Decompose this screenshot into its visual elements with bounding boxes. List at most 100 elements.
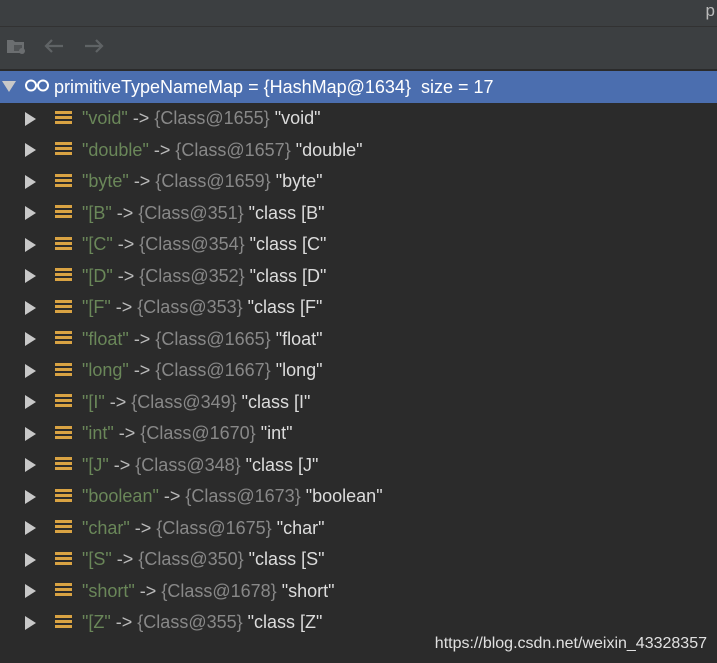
map-entry-row[interactable]: "[Z" -> {Class@355} "class [Z" xyxy=(0,607,717,639)
map-entry-row[interactable]: "[J" -> {Class@348} "class [J" xyxy=(0,450,717,482)
map-entry-label: "void" -> {Class@1655} "void" xyxy=(82,108,321,129)
map-entry-label: "float" -> {Class@1665} "float" xyxy=(82,329,323,350)
collapsed-arrow-icon[interactable] xyxy=(25,206,36,221)
entry-value: "class [J" xyxy=(245,454,319,475)
map-entry-row[interactable]: "int" -> {Class@1670} "int" xyxy=(0,418,717,450)
restore-layout-button[interactable] xyxy=(4,36,30,60)
forward-button[interactable] xyxy=(81,36,107,60)
map-entry-label: "[C" -> {Class@354} "class [C" xyxy=(82,234,326,255)
map-entry-label: "[J" -> {Class@348} "class [J" xyxy=(82,455,318,476)
entry-arrow: -> xyxy=(127,108,155,129)
map-entry-label: "byte" -> {Class@1659} "byte" xyxy=(82,171,323,192)
entry-arrow: -> xyxy=(158,486,186,507)
entry-value: "int" xyxy=(260,423,293,444)
entry-reference: {Class@352} xyxy=(139,265,245,286)
entry-key: "short" xyxy=(82,580,135,601)
map-entry-icon xyxy=(55,268,72,284)
entry-value: "char" xyxy=(276,517,325,538)
map-entry-row[interactable]: "[S" -> {Class@350} "class [S" xyxy=(0,544,717,576)
entry-key: "void" xyxy=(82,108,128,129)
root-size: size = 17 xyxy=(420,76,494,97)
map-entry-row[interactable]: "short" -> {Class@1678} "short" xyxy=(0,576,717,608)
map-entry-label: "double" -> {Class@1657} "double" xyxy=(82,140,363,161)
map-entry-icon xyxy=(55,425,72,442)
collapsed-arrow-icon[interactable] xyxy=(25,489,36,504)
entry-key: "[S" xyxy=(82,549,112,570)
watch-glasses-icon xyxy=(24,77,50,98)
entry-reference: {Class@1665} xyxy=(155,328,271,349)
map-entry-row[interactable]: "byte" -> {Class@1659} "byte" xyxy=(0,166,717,198)
collapsed-arrow-icon[interactable] xyxy=(25,363,36,378)
collapsed-arrow-icon[interactable] xyxy=(25,426,36,441)
map-entry-row[interactable]: "[C" -> {Class@354} "class [C" xyxy=(0,229,717,261)
entry-key: "[Z" xyxy=(82,612,111,633)
map-entry-row[interactable]: "[D" -> {Class@352} "class [D" xyxy=(0,261,717,293)
map-entry-row[interactable]: "double" -> {Class@1657} "double" xyxy=(0,135,717,167)
map-entry-row[interactable]: "[F" -> {Class@353} "class [F" xyxy=(0,292,717,324)
map-entry-icon xyxy=(55,110,72,127)
map-entry-icon xyxy=(55,583,72,599)
map-entry-icon xyxy=(55,520,72,536)
collapsed-arrow-icon[interactable] xyxy=(25,174,36,189)
entry-value: "class [I" xyxy=(241,391,311,412)
collapsed-arrow-icon[interactable] xyxy=(25,458,36,473)
map-entry-label: "[D" -> {Class@352} "class [D" xyxy=(82,266,326,287)
map-entry-label: "[Z" -> {Class@355} "class [Z" xyxy=(82,612,322,633)
map-entry-icon xyxy=(55,236,72,253)
root-equals: = xyxy=(243,76,264,97)
collapsed-arrow-icon[interactable] xyxy=(25,552,36,567)
map-entry-icon xyxy=(55,142,72,158)
root-node-primitive-type-name-map[interactable]: primitiveTypeNameMap = {HashMap@1634} si… xyxy=(0,71,717,103)
collapsed-arrow-icon[interactable] xyxy=(25,395,36,410)
entry-reference: {Class@1675} xyxy=(156,517,272,538)
back-button[interactable] xyxy=(41,36,67,60)
map-entry-icon xyxy=(55,488,72,505)
entry-reference: {Class@1673} xyxy=(185,486,301,507)
map-entry-row[interactable]: "[I" -> {Class@349} "class [I" xyxy=(0,387,717,419)
entry-reference: {Class@354} xyxy=(139,234,245,255)
map-entry-row[interactable]: "[B" -> {Class@351} "class [B" xyxy=(0,198,717,230)
entry-key: "[J" xyxy=(82,454,109,475)
entry-value: "long" xyxy=(275,360,323,381)
collapsed-arrow-icon[interactable] xyxy=(25,584,36,599)
root-node-label: primitiveTypeNameMap = {HashMap@1634} si… xyxy=(54,77,494,98)
collapsed-arrow-icon[interactable] xyxy=(25,143,36,158)
map-entry-row[interactable]: "float" -> {Class@1665} "float" xyxy=(0,324,717,356)
entry-reference: {Class@1657} xyxy=(175,139,291,160)
entry-value: "class [F" xyxy=(247,297,323,318)
entry-reference: {Class@1670} xyxy=(140,423,256,444)
entry-value: "class [B" xyxy=(248,202,325,223)
collapsed-arrow-icon[interactable] xyxy=(25,521,36,536)
map-entry-row[interactable]: "void" -> {Class@1655} "void" xyxy=(0,103,717,135)
entry-key: "[B" xyxy=(82,202,112,223)
entry-key: "[D" xyxy=(82,265,113,286)
expanded-arrow-icon[interactable] xyxy=(2,81,16,93)
entry-reference: {Class@348} xyxy=(135,454,241,475)
restore-layout-icon xyxy=(6,36,28,61)
entry-arrow: -> xyxy=(112,234,140,255)
entry-value: "class [Z" xyxy=(247,612,323,633)
entry-arrow: -> xyxy=(110,612,138,633)
map-entry-row[interactable]: "char" -> {Class@1675} "char" xyxy=(0,513,717,545)
entry-reference: {Class@355} xyxy=(137,612,243,633)
map-entry-icon xyxy=(55,362,72,379)
map-entry-icon xyxy=(55,614,72,631)
debugger-toolbar xyxy=(0,27,717,70)
map-entry-row[interactable]: "boolean" -> {Class@1673} "boolean" xyxy=(0,481,717,513)
collapsed-arrow-icon[interactable] xyxy=(25,269,36,284)
map-entry-icon xyxy=(55,331,72,347)
map-entry-row[interactable]: "long" -> {Class@1667} "long" xyxy=(0,355,717,387)
forward-arrow-icon xyxy=(83,38,105,59)
entry-arrow: -> xyxy=(111,202,139,223)
entry-value: "class [C" xyxy=(249,234,327,255)
collapsed-arrow-icon[interactable] xyxy=(25,111,36,126)
entry-arrow: -> xyxy=(110,297,138,318)
entry-arrow: -> xyxy=(128,328,156,349)
collapsed-arrow-icon[interactable] xyxy=(25,615,36,630)
collapsed-arrow-icon[interactable] xyxy=(25,332,36,347)
entry-reference: {Class@1655} xyxy=(154,108,270,129)
entry-reference: {Class@349} xyxy=(131,391,237,412)
collapsed-arrow-icon[interactable] xyxy=(25,300,36,315)
entry-reference: {Class@350} xyxy=(138,549,244,570)
collapsed-arrow-icon[interactable] xyxy=(25,237,36,252)
